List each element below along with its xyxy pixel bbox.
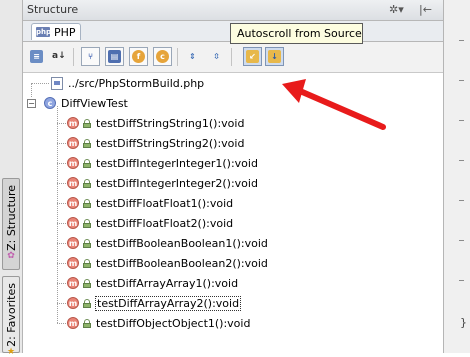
annotation-arrow [282, 79, 386, 130]
